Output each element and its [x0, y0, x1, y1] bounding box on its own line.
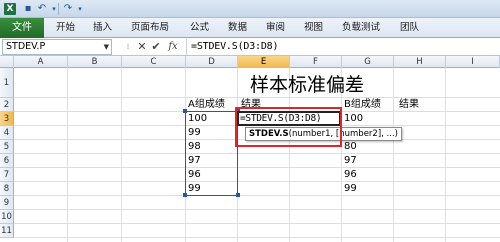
row-header-1[interactable]: 1 [0, 68, 14, 98]
worksheet-grid[interactable]: A B C D E F G H I 1 2 3 4 5 6 7 8 9 10 1… [0, 56, 500, 242]
tab-data[interactable]: 数据 [228, 18, 247, 38]
sheet-title: 样本标准偏差 [250, 74, 365, 96]
column-header-g[interactable]: G [342, 56, 394, 68]
row-header-10[interactable]: 10 [0, 210, 14, 224]
column-header-h[interactable]: H [394, 56, 446, 68]
quick-access-divider [58, 3, 59, 15]
customize-toolbar-icon[interactable]: ▾ [74, 3, 86, 15]
formula-input[interactable]: =STDEV.S(D3:D8) [186, 39, 498, 55]
range-handle[interactable] [183, 193, 187, 197]
range-reference-d3-d8 [185, 111, 238, 196]
cell-h2[interactable]: 结果 [399, 97, 419, 112]
row-header-7[interactable]: 7 [0, 168, 14, 182]
row-header-5[interactable]: 5 [0, 140, 14, 154]
column-header-row: A B C D E F G H I [0, 56, 500, 68]
name-box[interactable]: STDEV.P ▼ [2, 39, 112, 55]
tab-load-test[interactable]: 负载测试 [342, 18, 380, 38]
cell-g6[interactable]: 97 [344, 153, 357, 168]
gridline [14, 209, 500, 210]
name-box-dropdown-icon[interactable]: ▼ [104, 40, 109, 54]
tab-team[interactable]: 团队 [400, 18, 419, 38]
gridline [67, 68, 68, 242]
gridline [14, 181, 500, 182]
gridline [14, 167, 500, 168]
cell-g2[interactable]: B组成绩 [344, 97, 381, 112]
cell-g8[interactable]: 99 [344, 181, 357, 196]
insert-function-icon[interactable]: fx [164, 40, 182, 54]
gridline [14, 223, 500, 224]
enter-icon[interactable]: ✔ [150, 40, 162, 54]
title-bar: X ▪ ↶ ▾ ↷ ▾ [0, 0, 500, 18]
range-handle[interactable] [183, 109, 187, 113]
tab-page-layout[interactable]: 页面布局 [131, 18, 169, 38]
column-header-f[interactable]: F [290, 56, 342, 68]
gridline [14, 195, 500, 196]
column-header-c[interactable]: C [122, 56, 186, 68]
column-header-b[interactable]: B [68, 56, 122, 68]
cell-g7[interactable]: 96 [344, 167, 357, 182]
ribbon-tabs: 文件 开始 插入 页面布局 公式 数据 审阅 视图 负载测试 团队 [0, 18, 500, 38]
gridline [14, 237, 500, 238]
row-header-6[interactable]: 6 [0, 154, 14, 168]
tab-formulas[interactable]: 公式 [190, 18, 209, 38]
tab-insert[interactable]: 插入 [93, 18, 112, 38]
tab-view[interactable]: 视图 [304, 18, 323, 38]
cell-d2[interactable]: A组成绩 [188, 97, 225, 112]
row-header-4[interactable]: 4 [0, 126, 14, 140]
highlight-box [235, 107, 342, 147]
row-header-8[interactable]: 8 [0, 182, 14, 196]
undo-icon[interactable]: ↶ [36, 3, 48, 15]
cancel-icon[interactable]: ✕ [136, 40, 148, 54]
row-header-2[interactable]: 2 [0, 98, 14, 112]
select-all-corner[interactable] [0, 56, 14, 68]
formula-bar: STDEV.P ▼ ⁞ ✕ ✔ fx =STDEV.S(D3:D8) [0, 38, 500, 56]
column-header-a[interactable]: A [14, 56, 68, 68]
tab-review[interactable]: 审阅 [266, 18, 285, 38]
gridline [121, 68, 122, 242]
column-header-e[interactable]: E [238, 56, 290, 68]
row-header-9[interactable]: 9 [0, 196, 14, 210]
gridline [14, 153, 500, 154]
formula-bar-resize-icon[interactable]: ⁞ [122, 40, 134, 54]
column-header-d[interactable]: D [186, 56, 238, 68]
column-header-i[interactable]: I [446, 56, 500, 68]
excel-app-icon[interactable]: X [4, 3, 16, 15]
row-header-3[interactable]: 3 [0, 112, 14, 126]
redo-icon[interactable]: ↷ [62, 3, 74, 15]
cell-g5[interactable]: 80 [344, 139, 357, 154]
range-handle[interactable] [236, 193, 240, 197]
save-icon[interactable]: ▪ [22, 3, 34, 15]
cell-g3[interactable]: 100 [344, 111, 363, 126]
gridline [393, 68, 394, 242]
tab-file[interactable]: 文件 [0, 18, 44, 38]
name-box-value: STDEV.P [6, 41, 46, 52]
row-header-11[interactable]: 11 [0, 224, 14, 238]
tab-home[interactable]: 开始 [56, 18, 75, 38]
gridline [445, 68, 446, 242]
